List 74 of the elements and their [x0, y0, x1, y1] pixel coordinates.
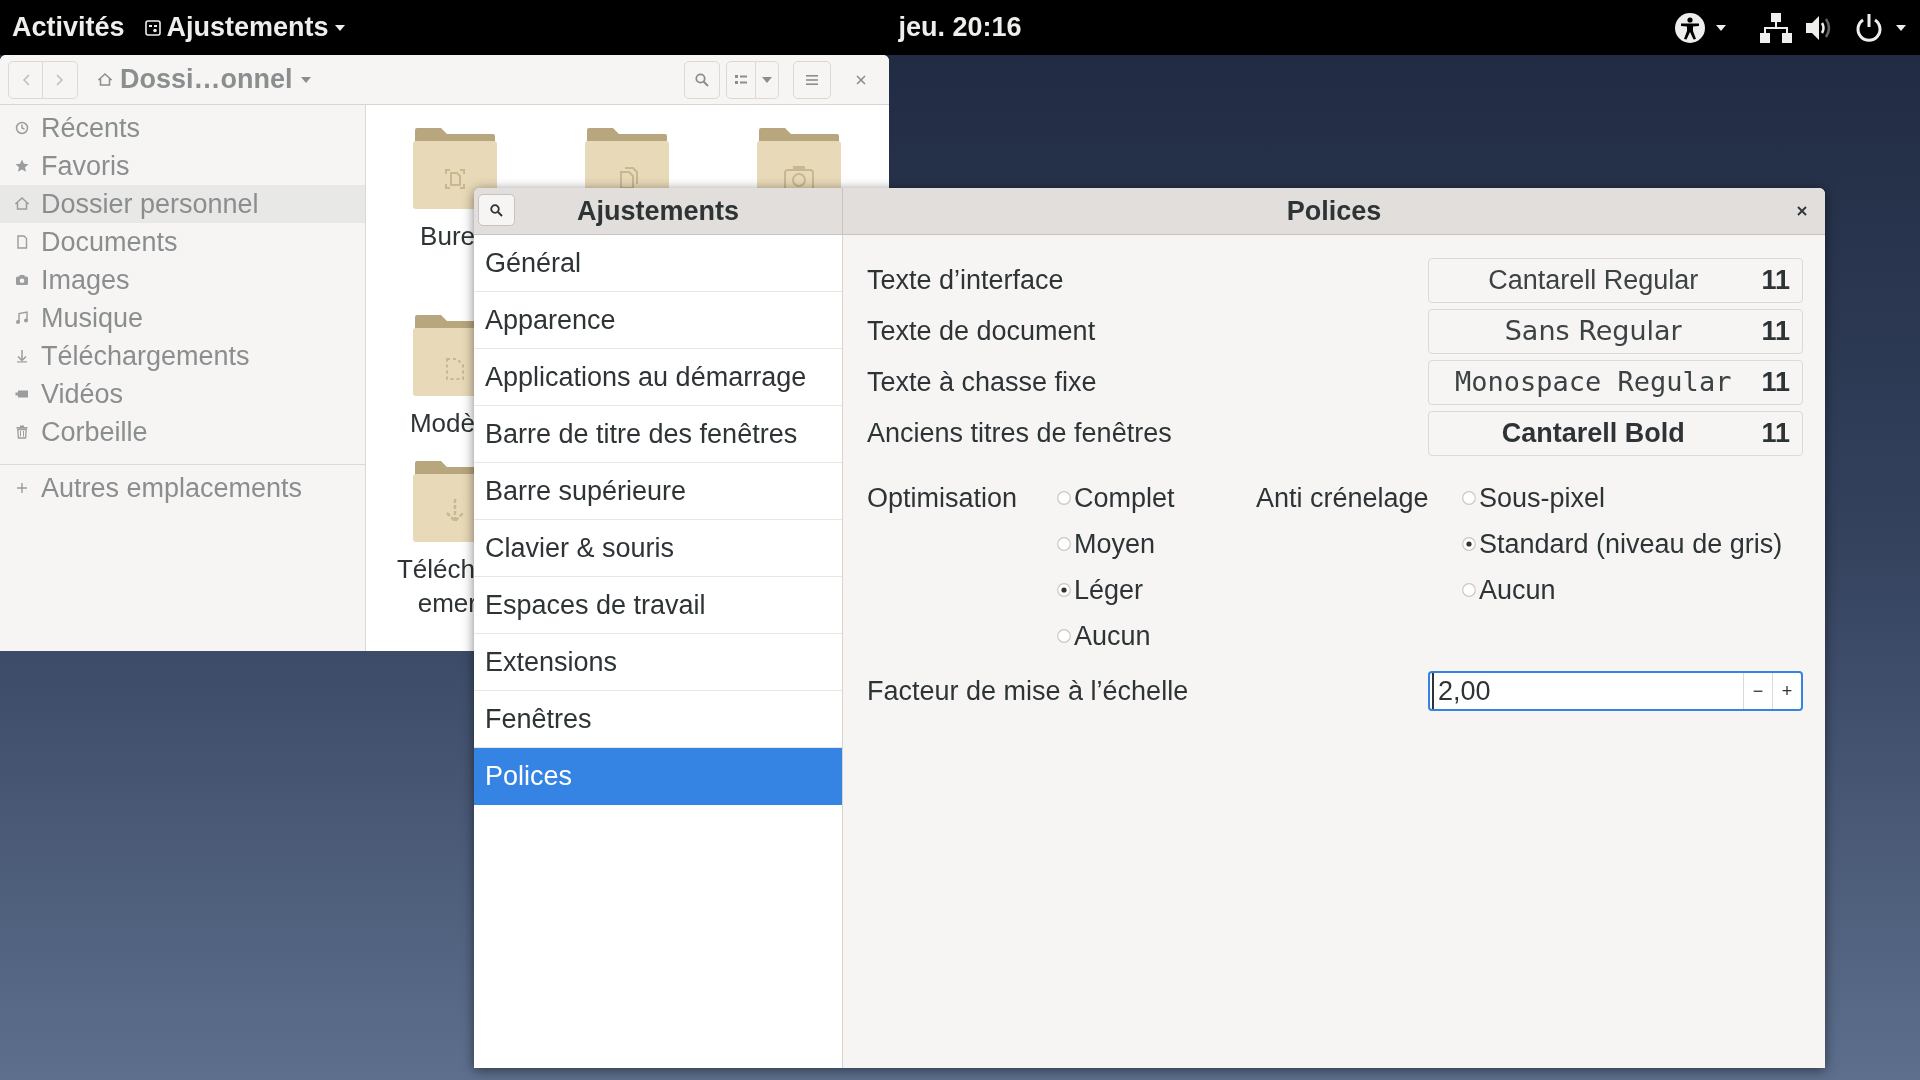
close-icon: [1797, 206, 1807, 216]
caret-icon: [334, 24, 345, 31]
increment-button[interactable]: +: [1772, 673, 1801, 709]
sidebar-item[interactable]: Apparence: [474, 292, 842, 349]
view-options-button[interactable]: [756, 60, 779, 99]
folder-label[interactable]: emer: [417, 586, 477, 620]
radio-option[interactable]: Sous-pixel: [1462, 475, 1783, 521]
search-icon: [695, 72, 709, 87]
network-icon: [1760, 12, 1792, 43]
setting-label: Anciens titres de fenêtres: [867, 417, 1173, 451]
radio-option[interactable]: Moyen: [1057, 521, 1256, 567]
setting-label: Facteur de mise à l’échelle: [867, 674, 1190, 708]
arrow-down-icon: [15, 349, 29, 363]
menu-button[interactable]: [793, 60, 831, 99]
view-button[interactable]: [726, 60, 756, 99]
input-field[interactable]: 2,00: [1432, 673, 1743, 709]
trash-icon: [15, 425, 29, 439]
radio-option[interactable]: Aucun: [1057, 613, 1256, 659]
accessibility-icon: [1674, 11, 1706, 44]
sidebar-item[interactable]: Polices: [474, 748, 842, 805]
chevron-left-icon: [21, 73, 30, 86]
folder-label[interactable]: Modè: [409, 406, 475, 440]
font-picker-button[interactable]: Cantarell Bold 11: [1428, 411, 1803, 456]
app-icon: [144, 19, 161, 36]
radio-option[interactable]: Standard (niveau de gris): [1462, 521, 1783, 567]
sidebar-item[interactable]: Clavier & souris: [474, 520, 842, 577]
setting-label: Texte de document: [867, 315, 1097, 349]
home-icon: [15, 197, 29, 211]
panel-title: Polices: [1285, 194, 1383, 228]
app-menu[interactable]: Ajustements: [144, 7, 345, 48]
sidebar-item[interactable]: Barre supérieure: [474, 463, 842, 520]
search-button[interactable]: [478, 194, 515, 226]
caret-icon: [762, 76, 772, 83]
setting-label: Optimisation: [867, 482, 1019, 515]
power-icon: [1854, 12, 1884, 43]
sidebar-item[interactable]: Barre de titre des fenêtres: [474, 406, 842, 463]
close-icon: [856, 74, 866, 85]
radio-option[interactable]: Complet: [1057, 475, 1256, 521]
document-icon: [15, 235, 29, 249]
search-icon: [490, 203, 503, 217]
decrement-button[interactable]: −: [1743, 673, 1772, 709]
plus-icon: [15, 481, 29, 495]
folder-label[interactable]: Téléch: [396, 552, 475, 586]
setting-label: Texte à chasse fixe: [867, 366, 1098, 400]
home-icon: [98, 73, 112, 86]
camera-icon: [15, 273, 29, 287]
clock-icon: [15, 121, 29, 135]
setting-label: Anti crénelage: [1256, 482, 1430, 515]
folder-icon: [413, 126, 497, 210]
star-icon: [15, 159, 29, 173]
font-picker-button[interactable]: Monospace Regular 11: [1428, 360, 1803, 405]
setting-label: Texte d’interface: [867, 264, 1065, 298]
menu-icon: [806, 74, 818, 85]
caret-icon: [1896, 24, 1906, 31]
music-icon: [15, 311, 29, 325]
sidebar-item[interactable]: Extensions: [474, 634, 842, 691]
sidebar-item[interactable]: Général: [474, 235, 842, 292]
system-menu[interactable]: [1760, 12, 1906, 43]
caret-icon: [1716, 24, 1726, 31]
chevron-right-icon: [56, 73, 64, 86]
accessibility-menu[interactable]: [1674, 11, 1726, 44]
radio-option[interactable]: Léger: [1057, 567, 1256, 613]
folder-label[interactable]: Bure: [420, 219, 475, 253]
window-title: Ajustements: [575, 194, 740, 228]
activities-button[interactable]: Activités: [12, 7, 125, 48]
scale-spin-field[interactable]: 2,00 − +: [1428, 671, 1803, 711]
clock[interactable]: jeu. 20:16: [898, 7, 1022, 48]
font-picker-button[interactable]: Cantarell Regular 11: [1428, 258, 1803, 303]
radio-option[interactable]: Aucun: [1462, 567, 1783, 613]
caret-icon: [300, 76, 311, 83]
font-picker-button[interactable]: Sans Regular 11: [1428, 309, 1803, 354]
list-view-icon: [735, 74, 747, 85]
sidebar-item[interactable]: Espaces de travail: [474, 577, 842, 634]
sidebar-item[interactable]: Applications au démarrage: [474, 349, 842, 406]
